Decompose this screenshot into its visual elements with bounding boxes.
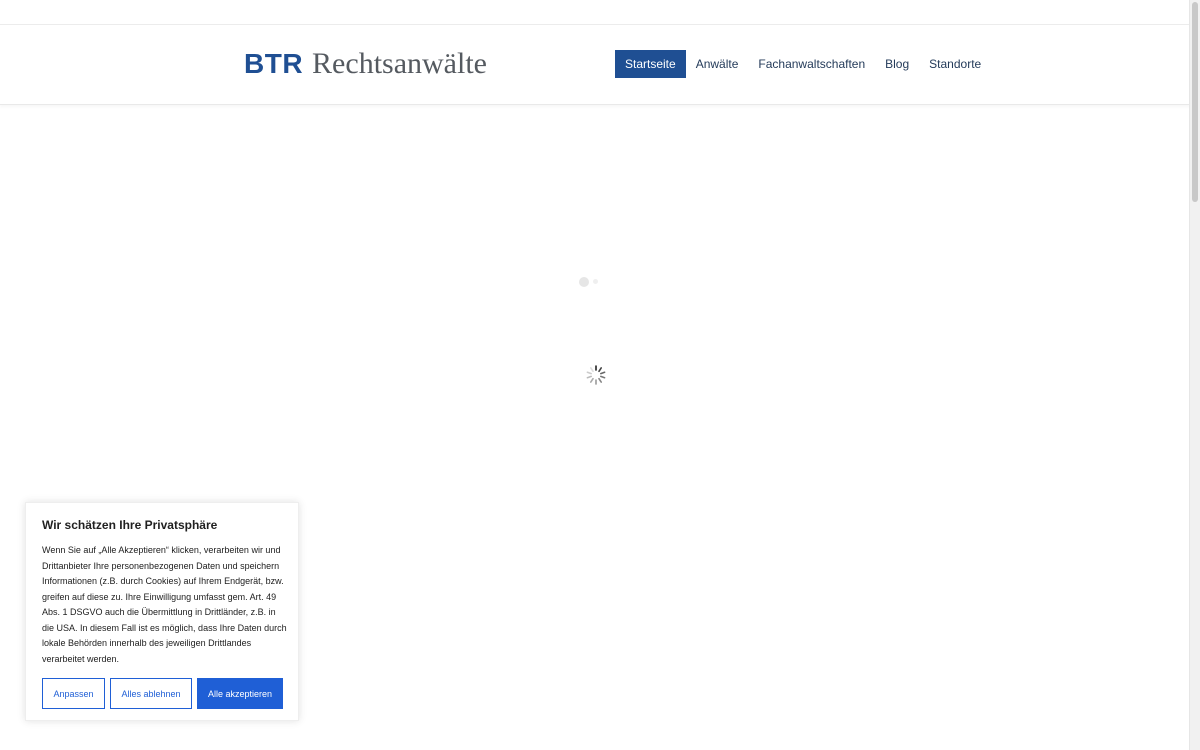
scrollbar-thumb[interactable] <box>1192 2 1198 202</box>
nav-item-fachanwaltschaften[interactable]: Fachanwaltschaften <box>748 50 875 78</box>
cookie-banner-text: Wenn Sie auf „Alle Akzeptieren“ klicken,… <box>42 545 287 664</box>
top-bar <box>0 0 1190 25</box>
logo-text: Rechtsanwälte <box>312 47 487 80</box>
loading-dot-large <box>579 277 589 287</box>
nav-item-anwaelte[interactable]: Anwälte <box>686 50 749 78</box>
nav-item-startseite[interactable]: Startseite <box>615 50 686 78</box>
site-logo[interactable]: BTR Rechtsanwälte <box>244 47 487 81</box>
cookie-consent-banner: Wir schätzen Ihre Privatsphäre Wenn Sie … <box>25 502 299 721</box>
loading-dot-small <box>593 279 598 284</box>
main-nav: Startseite Anwälte Fachanwaltschaften Bl… <box>615 50 991 78</box>
loading-dots-icon <box>578 276 602 288</box>
logo-mark: BTR <box>244 48 304 79</box>
reject-all-button[interactable]: Alles ablehnen <box>110 678 192 709</box>
site-header: BTR Rechtsanwälte Startseite Anwälte Fac… <box>0 25 1190 105</box>
page: BTR Rechtsanwälte Startseite Anwälte Fac… <box>0 0 1200 750</box>
spinner-icon <box>586 365 606 385</box>
accept-all-button[interactable]: Alle akzeptieren <box>197 678 283 709</box>
cookie-banner-title: Wir schätzen Ihre Privatsphäre <box>42 518 218 532</box>
nav-item-standorte[interactable]: Standorte <box>919 50 991 78</box>
customize-button[interactable]: Anpassen <box>42 678 105 709</box>
page-scrollbar[interactable] <box>1189 0 1200 750</box>
nav-item-blog[interactable]: Blog <box>875 50 919 78</box>
cookie-button-row: Anpassen Alles ablehnen Alle akzeptieren <box>42 678 283 709</box>
